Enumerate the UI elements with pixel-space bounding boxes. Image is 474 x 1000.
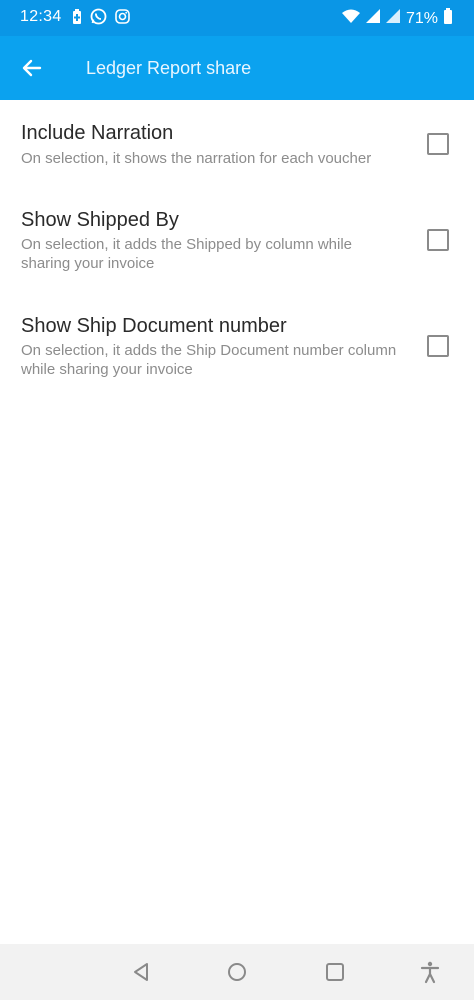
setting-include-narration[interactable]: Include Narration On selection, it shows…	[0, 100, 474, 190]
setting-description: On selection, it adds the Ship Document …	[21, 342, 397, 378]
app-bar: Ledger Report share	[0, 36, 474, 100]
battery-saver-icon	[72, 8, 82, 30]
signal-icon	[385, 8, 400, 29]
wifi-icon	[341, 8, 360, 29]
system-nav-bar	[0, 944, 474, 1000]
show-ship-document-number-checkbox[interactable]	[427, 335, 449, 357]
back-icon	[134, 963, 148, 981]
show-shipped-by-checkbox[interactable]	[427, 229, 449, 251]
status-system-icons: 71%	[341, 8, 452, 29]
setting-title: Show Ship Document number	[21, 315, 287, 337]
nav-back-button[interactable]	[129, 960, 153, 984]
recents-icon	[326, 963, 344, 981]
setting-description: On selection, it shows the narration for…	[21, 150, 372, 167]
instagram-icon	[115, 9, 130, 29]
setting-title: Include Narration	[21, 122, 174, 144]
status-time: 12:34	[20, 8, 62, 25]
nav-accessibility-button[interactable]	[418, 960, 442, 984]
setting-show-shipped-by[interactable]: Show Shipped By On selection, it adds th…	[0, 190, 474, 296]
back-button[interactable]	[18, 54, 46, 82]
accessibility-icon	[420, 961, 440, 984]
nav-recents-button[interactable]	[323, 960, 347, 984]
home-icon	[228, 963, 246, 981]
setting-description: On selection, it adds the Shipped by col…	[21, 236, 353, 272]
whatsapp-icon	[90, 8, 107, 30]
nav-home-button[interactable]	[225, 960, 249, 984]
signal-icon	[365, 8, 380, 29]
include-narration-checkbox[interactable]	[427, 133, 449, 155]
arrow-left-icon	[22, 59, 42, 77]
battery-icon	[444, 8, 452, 29]
setting-title: Show Shipped By	[21, 209, 179, 231]
setting-show-ship-document-number[interactable]: Show Ship Document number On selection, …	[0, 296, 474, 402]
battery-percent: 71%	[405, 9, 438, 27]
status-notification-icons	[72, 8, 130, 30]
status-bar: 12:34 71%	[0, 0, 474, 36]
page-title: Ledger Report share	[86, 58, 252, 78]
